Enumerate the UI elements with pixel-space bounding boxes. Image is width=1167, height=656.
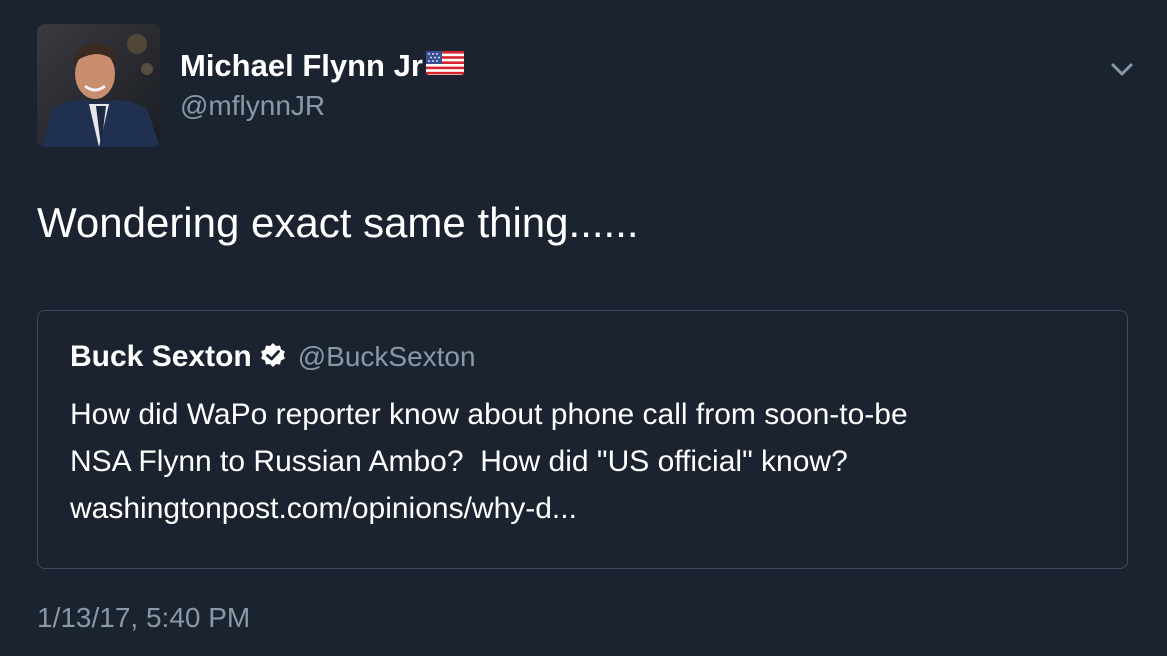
quoted-tweet-line: How did WaPo reporter know about phone c… — [70, 398, 908, 431]
quoted-tweet-link[interactable]: washingtonpost.com/opinions/why-d... — [70, 485, 1110, 532]
verified-badge-icon — [260, 342, 286, 373]
author-display-name[interactable]: Michael Flynn Jr — [180, 46, 464, 86]
quoted-author-name: Buck Sexton — [70, 340, 252, 373]
author-name-text: Michael Flynn Jr — [180, 48, 423, 83]
quoted-tweet-line: NSA Flynn to Russian Ambo? How did "US o… — [70, 445, 848, 478]
quoted-tweet-header: Buck Sexton @BuckSexton — [70, 337, 476, 377]
tweet-timestamp[interactable]: 1/13/17, 5:40 PM — [37, 600, 250, 636]
author-avatar[interactable] — [37, 24, 160, 147]
avatar-photo — [37, 24, 160, 147]
quoted-tweet-text: How did WaPo reporter know about phone c… — [70, 391, 1110, 532]
quoted-author-handle: @BuckSexton — [297, 341, 476, 372]
quoted-tweet[interactable]: Buck Sexton @BuckSexton How did WaPo rep… — [37, 310, 1128, 569]
us-flag-icon — [425, 45, 464, 85]
tweet-text: Wondering exact same thing...... — [37, 199, 639, 246]
chevron-down-icon[interactable] — [1108, 56, 1136, 84]
tweet-card: Michael Flynn Jr @mflynnJR Wondering exa… — [0, 0, 1167, 656]
author-handle[interactable]: @mflynnJR — [180, 88, 325, 124]
